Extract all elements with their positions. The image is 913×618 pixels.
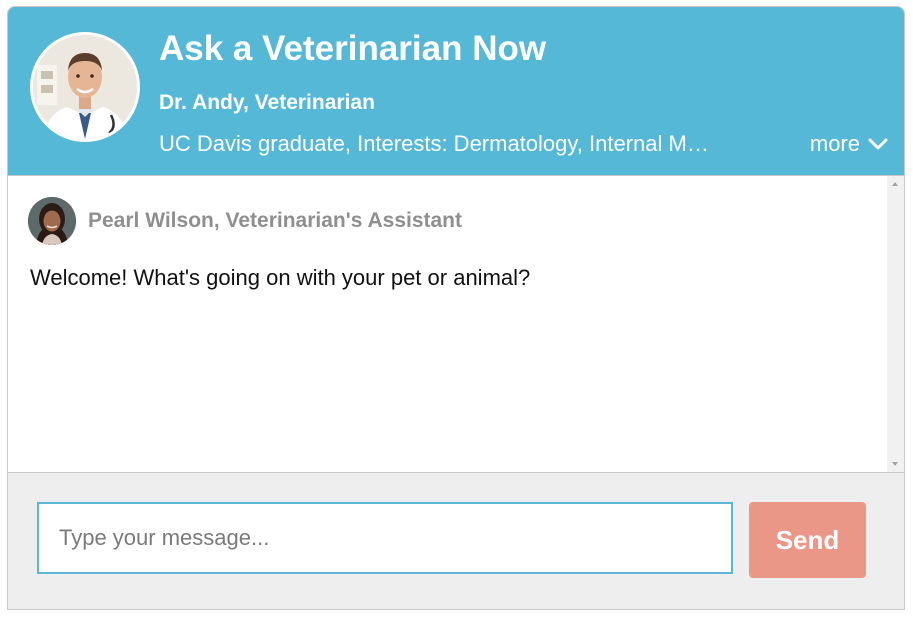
chat-scrollbar[interactable] bbox=[887, 176, 904, 472]
message-composer: Send bbox=[8, 473, 904, 609]
message-text: Welcome! What's going on with your pet o… bbox=[30, 265, 531, 290]
expert-bio: UC Davis graduate, Interests: Dermatolog… bbox=[159, 131, 709, 156]
chevron-down-icon bbox=[868, 138, 888, 150]
scroll-up-arrow-icon[interactable] bbox=[892, 182, 898, 186]
assistant-avatar bbox=[28, 197, 76, 245]
more-label: more bbox=[809, 131, 860, 156]
message-list: Pearl Wilson, Veterinarian's Assistant W… bbox=[8, 175, 904, 473]
chat-title: Ask a Veterinarian Now bbox=[159, 29, 547, 68]
scroll-down-arrow-icon[interactable] bbox=[892, 462, 898, 466]
expert-name: Dr. Andy, Veterinarian bbox=[159, 91, 375, 114]
assistant-photo-icon bbox=[28, 197, 76, 245]
message-input[interactable] bbox=[37, 502, 733, 574]
chat-widget: Ask a Veterinarian Now Dr. Andy, Veterin… bbox=[7, 6, 905, 610]
message-sender: Pearl Wilson, Veterinarian's Assistant bbox=[88, 209, 463, 232]
more-toggle[interactable]: more bbox=[810, 131, 888, 157]
chat-header: Ask a Veterinarian Now Dr. Andy, Veterin… bbox=[8, 7, 904, 175]
send-button[interactable]: Send bbox=[749, 502, 866, 578]
expert-photo-icon bbox=[33, 35, 137, 139]
message-header: Pearl Wilson, Veterinarian's Assistant bbox=[28, 197, 462, 245]
expert-avatar bbox=[30, 32, 140, 142]
